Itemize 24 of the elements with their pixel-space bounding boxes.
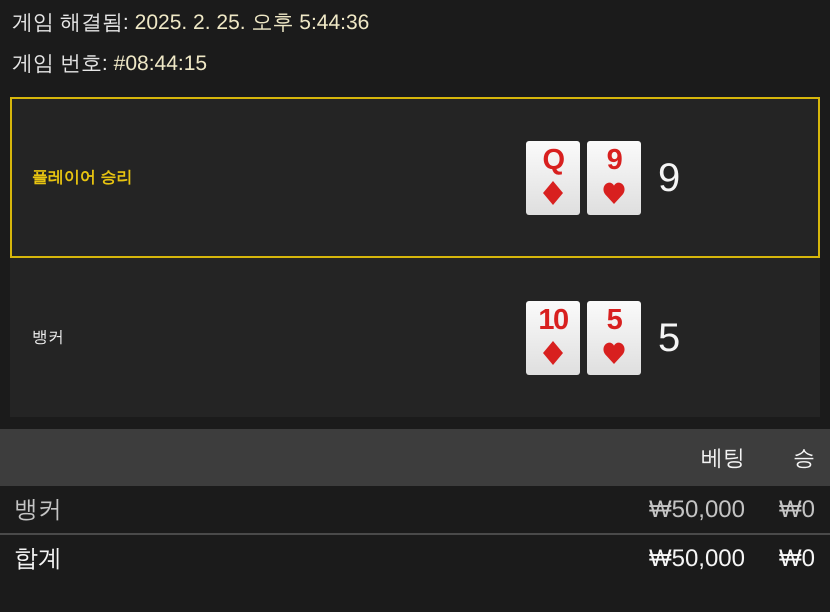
card-rank: Q	[542, 144, 564, 176]
column-header: 베팅	[701, 444, 745, 472]
diamond-icon	[542, 180, 564, 204]
info-value: #08:44:15	[114, 50, 208, 77]
hand-label: 플레이어 승리	[31, 168, 134, 188]
card-rank: 5	[606, 304, 622, 336]
amount-cell-text: ₩0	[779, 544, 815, 574]
amount-cell-text: ₩0	[779, 494, 815, 524]
info-label: 게임 해결됨:	[12, 10, 129, 36]
info-label: 게임 번호:	[12, 50, 108, 77]
card-rank: 9	[606, 144, 622, 176]
hand-score: 9	[658, 158, 680, 198]
amount-cell-text: ₩50,000	[648, 544, 745, 574]
hand-score: 5	[658, 318, 680, 358]
card-rank: 10	[538, 304, 568, 336]
info-value: 2025. 2. 25. 오후 5:44:36	[134, 10, 370, 36]
row-label: 뱅커	[14, 494, 62, 524]
amount-cell-text: ₩50,000	[648, 494, 745, 524]
row-label: 합계	[14, 544, 62, 574]
column-header: 승	[793, 444, 815, 472]
diamond-icon	[542, 340, 564, 364]
heart-icon	[603, 340, 625, 364]
hand-label: 뱅커	[31, 328, 65, 348]
heart-icon	[603, 180, 625, 204]
